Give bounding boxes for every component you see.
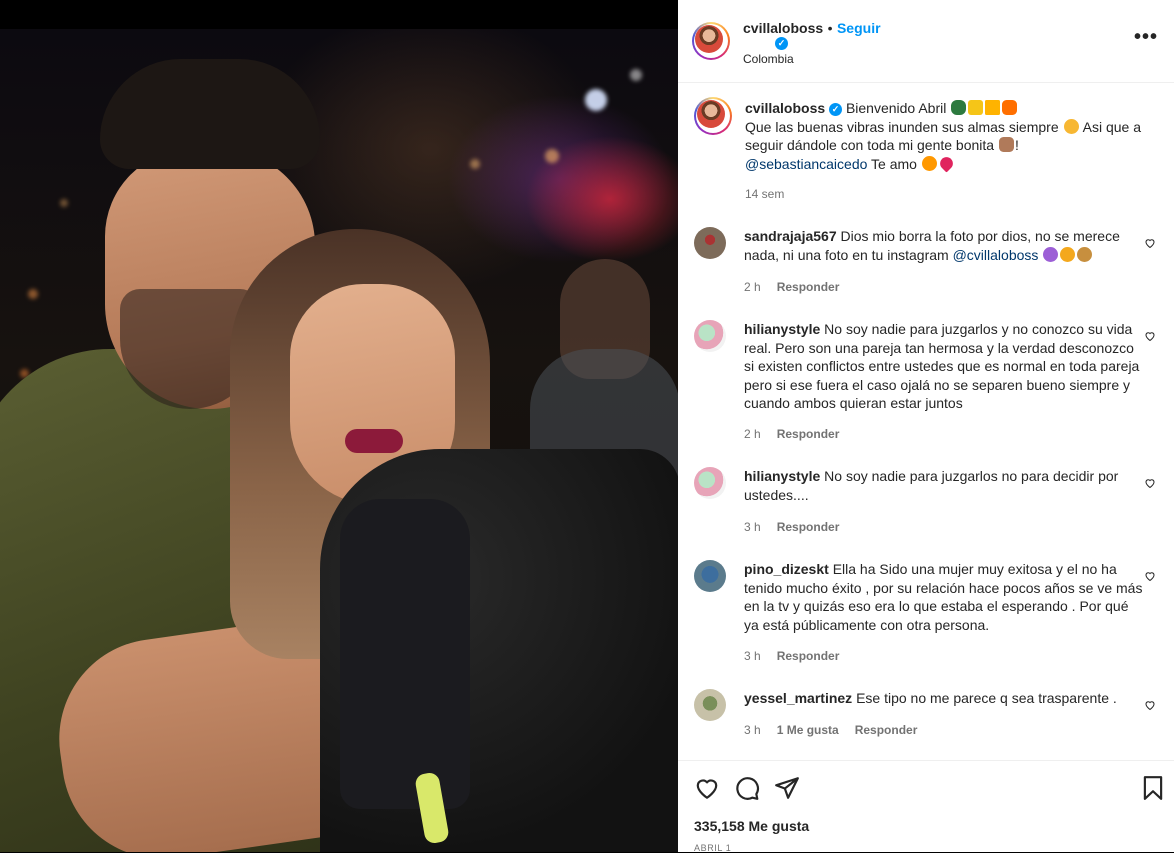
caption-username[interactable]: cvillaloboss	[745, 100, 825, 116]
cat-emoji-icon	[921, 155, 937, 171]
reply-button[interactable]: Responder	[777, 280, 840, 294]
bookmark-icon[interactable]	[1140, 775, 1166, 801]
comment-like-heart-icon[interactable]	[1144, 477, 1156, 489]
comment-like-heart-icon[interactable]	[1144, 237, 1156, 249]
hands-emoji-icon	[998, 137, 1014, 152]
comment-like-heart-icon[interactable]	[1144, 570, 1156, 582]
reply-button[interactable]: Responder	[777, 520, 840, 534]
comment-like-heart-icon[interactable]	[1144, 699, 1156, 711]
burst-emoji-icon	[1002, 100, 1018, 115]
separator-dot: •	[827, 20, 833, 36]
comment-time: 2 h	[744, 427, 761, 441]
comment-like-heart-icon[interactable]	[1144, 330, 1156, 342]
heart-icon[interactable]	[694, 775, 720, 801]
comments-feed: cvillaloboss ✓ Bienvenido Abril Que las …	[678, 83, 1174, 760]
reply-button[interactable]: Responder	[777, 649, 840, 663]
comment-username[interactable]: hilianystyle	[744, 321, 820, 337]
angry-emoji-icon	[1060, 246, 1076, 262]
follow-button[interactable]: Seguir	[837, 20, 881, 36]
caption-line1: Bienvenido Abril	[845, 100, 947, 116]
verified-icon: ✓	[775, 37, 788, 50]
author-username[interactable]: cvillaloboss	[743, 20, 823, 36]
post-actions: 335,158 Me gusta ABRIL 1	[678, 760, 1174, 853]
caption-ending: Te amo	[871, 155, 917, 172]
post-side-panel: cvillaloboss • Seguir ✓ Colombia ••• cvi…	[678, 0, 1174, 853]
share-icon[interactable]	[774, 775, 800, 801]
reply-button[interactable]: Responder	[777, 427, 840, 441]
comment-avatar[interactable]	[694, 320, 726, 352]
caption-exclaim: !	[1014, 137, 1019, 153]
comment-avatar[interactable]	[694, 560, 726, 592]
facepalm-emoji-icon	[1077, 246, 1093, 262]
comment-time: 2 h	[744, 280, 761, 294]
comment-time: 3 h	[744, 723, 761, 737]
comment-username[interactable]: sandrajaja567	[744, 228, 837, 244]
comment-username[interactable]: hilianystyle	[744, 468, 820, 484]
lightning-emoji-icon	[985, 100, 1001, 115]
caption-time: 14 sem	[745, 187, 785, 201]
post-photo-area	[0, 0, 678, 852]
post-header: cvillaloboss • Seguir ✓ Colombia •••	[678, 0, 1174, 83]
comment-avatar[interactable]	[694, 227, 726, 259]
comment-text: Ese tipo no me parece q sea trasparente …	[856, 690, 1117, 706]
comment-avatar[interactable]	[694, 689, 726, 721]
sparkles-emoji-icon	[968, 100, 984, 115]
comment-mention[interactable]: @cvillaloboss	[953, 247, 1039, 263]
reply-button[interactable]: Responder	[855, 723, 918, 737]
comment-time: 3 h	[744, 520, 761, 534]
caption-line2: Que las buenas vibras inunden sus almas …	[745, 118, 1059, 135]
more-options-icon[interactable]: •••	[1134, 27, 1158, 47]
comment-like-count[interactable]: 1 Me gusta	[777, 723, 839, 737]
author-avatar[interactable]	[692, 22, 730, 60]
likes-count[interactable]: 335,158 Me gusta	[694, 818, 809, 834]
comment-time: 3 h	[744, 649, 761, 663]
caption-mention[interactable]: @sebastiancaicedo	[745, 156, 867, 172]
verified-icon: ✓	[829, 102, 843, 116]
instagram-post-modal: cvillaloboss • Seguir ✓ Colombia ••• cvi…	[0, 0, 1174, 853]
post-location[interactable]: Colombia	[743, 52, 794, 66]
shrug-emoji-icon	[1043, 246, 1059, 262]
comment-icon[interactable]	[734, 775, 760, 801]
smile-emoji-icon	[1063, 118, 1079, 134]
comment-username[interactable]: pino_dizeskt	[744, 561, 829, 577]
comment-username[interactable]: yessel_martinez	[744, 690, 852, 706]
sunglasses-emoji-icon	[951, 100, 967, 115]
comment-avatar[interactable]	[694, 467, 726, 499]
post-photo[interactable]	[0, 29, 678, 852]
caption-avatar[interactable]	[694, 97, 732, 135]
red-heart-emoji-icon	[937, 153, 956, 173]
